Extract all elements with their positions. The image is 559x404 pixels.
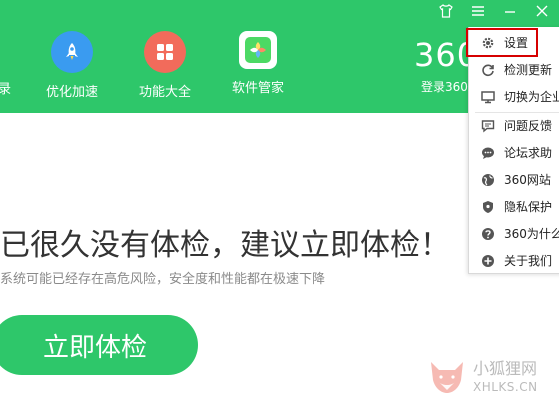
menu-label-forum: 论坛求助 (504, 146, 553, 160)
globe-icon (480, 172, 496, 188)
menu-label-website: 360网站 (504, 173, 551, 187)
menu-label-check-update: 检测更新 (504, 63, 553, 77)
feedback-icon (480, 118, 496, 134)
check-now-button[interactable]: 立即体检 (0, 315, 198, 375)
menu-item-why360[interactable]: 360为什么 (469, 220, 559, 247)
software-manager-icon (239, 31, 277, 69)
watermark-en: XHLKS.CN (473, 380, 538, 394)
menu-item-about[interactable]: 关于我们 (469, 247, 559, 274)
nav-label-optimize: 优化加速 (45, 85, 98, 100)
refresh-icon (480, 62, 496, 78)
main-subtext: 系统可能已经存在高危风险，安全度和性能都在极速下降 (0, 272, 326, 287)
rocket-icon (51, 31, 93, 73)
plus-circle-icon (480, 253, 496, 269)
monitor-icon (480, 89, 496, 105)
nav-label-software: 软件管家 (231, 81, 284, 96)
nav-item-features[interactable]: 功能大全 (120, 31, 210, 100)
menu-label-feedback: 问题反馈 (504, 119, 553, 133)
question-icon (480, 226, 496, 242)
nav-item-software[interactable]: 软件管家 (213, 31, 303, 96)
menu-item-forum[interactable]: 论坛求助 (469, 139, 559, 166)
menu-item-check-update[interactable]: 检测更新 (469, 56, 559, 83)
login-link[interactable]: 登录360 (421, 78, 468, 95)
menu-label-switch-enterprise: 切换为企业 (504, 90, 559, 104)
fox-logo-icon (427, 356, 467, 400)
shirt-icon[interactable] (437, 4, 455, 22)
shield-icon (480, 199, 496, 215)
minimize-icon[interactable] (501, 4, 519, 22)
menu-label-about: 关于我们 (504, 254, 553, 268)
menu-label-settings: 设置 (504, 36, 529, 50)
menu-label-privacy: 隐私保护 (504, 200, 553, 214)
watermark-cn: 小狐狸网 (473, 359, 538, 378)
gear-icon (480, 35, 496, 51)
partial-tab-label[interactable]: 录 (0, 78, 11, 97)
chat-bubble-icon (480, 145, 496, 161)
menu-icon[interactable] (469, 4, 487, 22)
nav-item-optimize[interactable]: 优化加速 (27, 31, 117, 100)
menu-item-website[interactable]: 360网站 (469, 166, 559, 193)
menu-item-privacy[interactable]: 隐私保护 (469, 193, 559, 220)
grid-icon (144, 31, 186, 73)
close-icon[interactable] (533, 4, 551, 22)
menu-label-why360: 360为什么 (504, 227, 559, 241)
settings-dropdown-menu: 设置 检测更新 切换为企业 问题反馈 论坛求助 360网站 隐私保护 360为什… (468, 27, 559, 274)
main-headline: 已很久没有体检，建议立即体检！ (0, 228, 450, 263)
menu-item-switch-enterprise[interactable]: 切换为企业 (469, 83, 559, 110)
menu-item-feedback[interactable]: 问题反馈 (469, 112, 559, 139)
nav-label-features: 功能大全 (138, 85, 191, 100)
window-controls (437, 4, 551, 22)
watermark: 小狐狸网 XHLKS.CN (427, 356, 538, 400)
menu-item-settings[interactable]: 设置 (469, 29, 559, 56)
